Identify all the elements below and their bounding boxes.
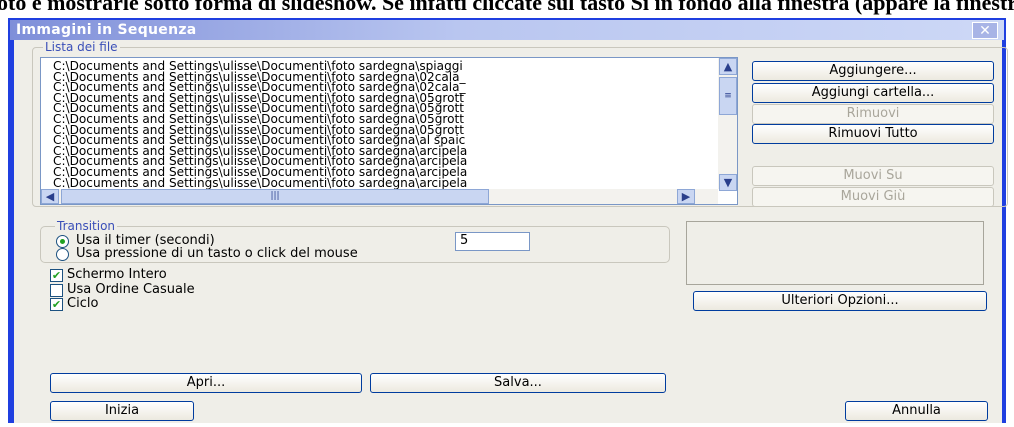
close-button[interactable]: ✕ — [972, 22, 998, 39]
file-listbox[interactable]: C:\Documents and Settings\ulisse\Documen… — [40, 57, 738, 205]
cancel-button[interactable]: Annulla — [845, 401, 988, 421]
horizontal-scroll-thumb[interactable]: ||| — [61, 189, 489, 204]
scroll-down-icon[interactable]: ▼ — [719, 174, 737, 191]
more-options-button[interactable]: Ulteriori Opzioni... — [693, 291, 987, 311]
file-list-item[interactable]: C:\Documents and Settings\ulisse\Documen… — [53, 177, 467, 190]
loop-label[interactable]: Ciclo — [67, 296, 98, 311]
add-button[interactable]: Aggiungere... — [752, 61, 994, 81]
save-button[interactable]: Salva... — [370, 373, 666, 393]
remove-all-button[interactable]: Rimuovi Tutto — [752, 124, 994, 144]
preview-panel — [686, 221, 984, 285]
key-press-radio[interactable] — [56, 248, 69, 261]
caption-line: oto e mostrarle sotto forma di slideshow… — [0, 0, 1014, 15]
add-folder-button[interactable]: Aggiungi cartella... — [752, 83, 994, 103]
vertical-scroll-thumb[interactable]: ≡ — [719, 77, 737, 115]
fullscreen-label[interactable]: Schermo Intero — [67, 267, 167, 282]
timer-seconds-input[interactable]: 5 — [455, 232, 530, 251]
scroll-up-icon[interactable]: ▲ — [719, 58, 737, 75]
loop-checkbox[interactable]: ✔ — [50, 298, 63, 311]
key-press-option-label[interactable]: Usa pressione di un tasto o click del mo… — [76, 246, 358, 261]
transition-label: Transition — [55, 219, 118, 233]
scroll-left-icon[interactable]: ◀ — [41, 189, 59, 204]
file-list-label: Lista dei file — [43, 40, 120, 54]
remove-button[interactable]: Rimuovi — [752, 104, 994, 124]
scroll-right-icon[interactable]: ▶ — [677, 189, 695, 204]
open-button[interactable]: Apri... — [50, 373, 362, 393]
start-button[interactable]: Inizia — [50, 401, 194, 421]
window-title: Immagini in Sequenza — [16, 22, 197, 38]
move-down-button[interactable]: Muovi Giù — [752, 187, 994, 207]
fullscreen-checkbox[interactable]: ✔ — [50, 269, 63, 282]
random-order-label[interactable]: Usa Ordine Casuale — [67, 282, 195, 297]
move-up-button[interactable]: Muovi Su — [752, 166, 994, 186]
random-order-checkbox[interactable] — [50, 284, 63, 297]
timer-radio[interactable] — [56, 235, 69, 248]
